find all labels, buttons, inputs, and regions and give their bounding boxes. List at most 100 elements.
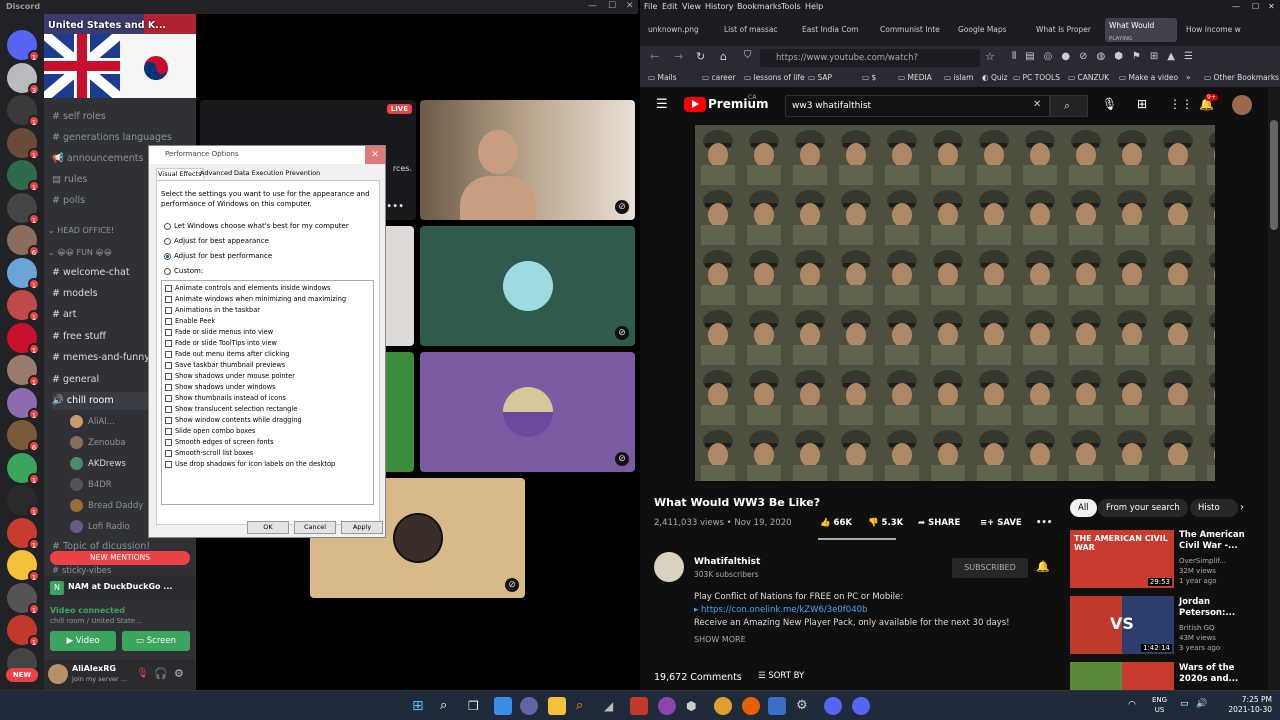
- channel-name[interactable]: Whatifalthist: [694, 557, 760, 567]
- screen-button[interactable]: ▭ Screen: [122, 631, 190, 651]
- rec-title[interactable]: The American Civil War -...: [1179, 530, 1245, 552]
- rec-title[interactable]: Jordan Peterson:...: [1179, 597, 1235, 619]
- save-button[interactable]: ≡+ SAVE: [980, 518, 1022, 528]
- bookmark-lessons[interactable]: ▭ lessons of life: [744, 73, 805, 82]
- app-icon[interactable]: [768, 697, 786, 715]
- chip-history[interactable]: Histo: [1190, 499, 1238, 517]
- task-view-icon[interactable]: ❐: [468, 697, 486, 715]
- server-name[interactable]: United States and K...: [48, 20, 166, 31]
- server-icon[interactable]: 1: [7, 550, 40, 582]
- voice-location[interactable]: chill room / United State...: [50, 617, 142, 625]
- server-icon[interactable]: 1: [7, 485, 40, 517]
- more-icon[interactable]: •••: [386, 201, 404, 212]
- app-icon[interactable]: [658, 697, 676, 715]
- dislike-button[interactable]: 👎 5.3K: [868, 518, 903, 528]
- tab-advanced[interactable]: Advanced: [200, 169, 232, 177]
- create-video-icon[interactable]: ⊞: [1137, 97, 1147, 111]
- clock[interactable]: 7:25 PM 2021-10-30: [1228, 695, 1272, 715]
- menu-help[interactable]: Help: [805, 2, 823, 11]
- search-icon[interactable]: ⌕: [440, 697, 458, 715]
- reload-icon[interactable]: ↻: [696, 50, 705, 63]
- webcam-tile[interactable]: ⊘: [420, 100, 635, 220]
- voice-user[interactable]: Lofi Radio: [70, 518, 130, 536]
- effect-checkbox[interactable]: Slide open combo boxes: [165, 427, 255, 435]
- wifi-icon[interactable]: ◠: [1128, 700, 1136, 710]
- youtube-logo-icon[interactable]: [684, 97, 706, 112]
- radio-best-performance[interactable]: Adjust for best performance: [164, 252, 272, 260]
- voice-user[interactable]: Bread Daddy: [70, 497, 143, 515]
- server-icon[interactable]: 1: [7, 517, 40, 550]
- bookmark-pc-tools[interactable]: ▭ PC TOOLS: [1013, 73, 1060, 82]
- tab-list-massacres[interactable]: List of massac: [720, 18, 794, 42]
- app-icon[interactable]: ◢: [604, 697, 622, 715]
- server-icon[interactable]: 6: [7, 225, 40, 257]
- gear-icon[interactable]: ⚙: [174, 667, 184, 680]
- effect-checkbox[interactable]: Animate controls and elements inside win…: [165, 284, 330, 292]
- close-icon[interactable]: ✕: [626, 1, 634, 11]
- app-icon[interactable]: [630, 697, 648, 715]
- minimize-icon[interactable]: —: [588, 1, 597, 11]
- youtube-premium-logo[interactable]: Premium: [708, 97, 769, 111]
- search-button[interactable]: ⌕: [1050, 95, 1088, 117]
- radio-best-appearance[interactable]: Adjust for best appearance: [164, 237, 269, 245]
- cancel-button[interactable]: Cancel: [294, 521, 336, 534]
- voice-user[interactable]: AliAl...: [70, 413, 115, 431]
- tab-how-income[interactable]: How income w: [1182, 18, 1262, 42]
- like-button[interactable]: 👍 66K: [820, 518, 852, 528]
- server-icon[interactable]: 1: [7, 387, 40, 420]
- chip-from-search[interactable]: From your search: [1098, 499, 1188, 517]
- settings-icon[interactable]: ⚙: [796, 697, 814, 715]
- server-icon[interactable]: 1: [7, 582, 40, 615]
- ok-button[interactable]: OK: [247, 521, 289, 534]
- app-icon[interactable]: [714, 697, 732, 715]
- effect-checkbox[interactable]: Show translucent selection rectangle: [165, 405, 297, 413]
- discord-icon[interactable]: [852, 697, 870, 715]
- effect-checkbox[interactable]: Fade or slide menus into view: [165, 328, 273, 336]
- microphone-icon[interactable]: 🎙: [1102, 97, 1117, 111]
- rec-thumbnail[interactable]: THE AMERICAN CIVIL WAR 29:53: [1070, 530, 1174, 588]
- back-icon[interactable]: ←: [650, 50, 659, 63]
- effect-checkbox[interactable]: Save taskbar thumbnail previews: [165, 361, 285, 369]
- close-icon[interactable]: ✕: [1268, 2, 1275, 11]
- avatar[interactable]: [48, 664, 68, 684]
- effect-checkbox[interactable]: Show shadows under windows: [165, 383, 276, 391]
- bookmark-sap[interactable]: ▭ SAP: [808, 73, 832, 82]
- tab-unknown[interactable]: unknown.png: [644, 18, 716, 42]
- channel-self-roles[interactable]: # self roles: [52, 108, 194, 126]
- tab-visual-effects[interactable]: Visual Effects: [156, 168, 204, 179]
- user-tile[interactable]: ⊘: [420, 226, 635, 346]
- bookmark-career[interactable]: ▭ career: [702, 73, 735, 82]
- effect-checkbox[interactable]: Smooth-scroll list boxes: [165, 449, 253, 457]
- effect-checkbox[interactable]: Fade out menu items after clicking: [165, 350, 289, 358]
- menu-bookmarks[interactable]: Bookmarks: [737, 2, 782, 11]
- server-icon[interactable]: 1: [7, 257, 40, 290]
- maximize-icon[interactable]: ☐: [1252, 2, 1259, 11]
- rec-thumbnail[interactable]: VS 1:42:14: [1070, 596, 1174, 654]
- bookmark-islam[interactable]: ▭ islam: [944, 73, 973, 82]
- voice-user[interactable]: AKDrews: [70, 455, 126, 473]
- firefox-icon[interactable]: [742, 697, 760, 715]
- menu-icon[interactable]: ☰: [656, 97, 668, 112]
- search-input[interactable]: ww3 whatifalthist: [785, 95, 1050, 117]
- effect-checkbox[interactable]: Animate windows when minimizing and maxi…: [165, 295, 346, 303]
- effect-checkbox[interactable]: Show thumbnails instead of icons: [165, 394, 286, 402]
- more-actions-icon[interactable]: •••: [1036, 518, 1052, 528]
- sort-by-button[interactable]: ☰ SORT BY: [758, 671, 804, 681]
- more-bookmarks-icon[interactable]: »: [1186, 73, 1191, 82]
- menu-file[interactable]: File: [644, 2, 657, 11]
- effect-checkbox[interactable]: Smooth edges of screen fonts: [165, 438, 274, 446]
- tab-google-maps[interactable]: Google Maps: [954, 18, 1028, 42]
- server-icon[interactable]: 1: [7, 95, 40, 127]
- language-indicator[interactable]: ENG US: [1152, 695, 1167, 715]
- video-player[interactable]: [695, 125, 1215, 481]
- user-tile[interactable]: ⊘: [420, 352, 635, 472]
- server-icon[interactable]: 3: [7, 62, 40, 95]
- bookmark-mails[interactable]: ▭ Mails: [648, 73, 677, 82]
- share-button[interactable]: ➦ SHARE: [918, 518, 960, 528]
- network-icon[interactable]: ▭: [1180, 699, 1189, 709]
- volume-icon[interactable]: 🔊: [1196, 699, 1207, 709]
- radio-custom[interactable]: Custom:: [164, 267, 203, 275]
- mute-icon[interactable]: 🎙: [136, 668, 149, 679]
- effect-checkbox[interactable]: Show shadows under mouse pointer: [165, 372, 295, 380]
- home-icon[interactable]: ⌂: [720, 50, 727, 63]
